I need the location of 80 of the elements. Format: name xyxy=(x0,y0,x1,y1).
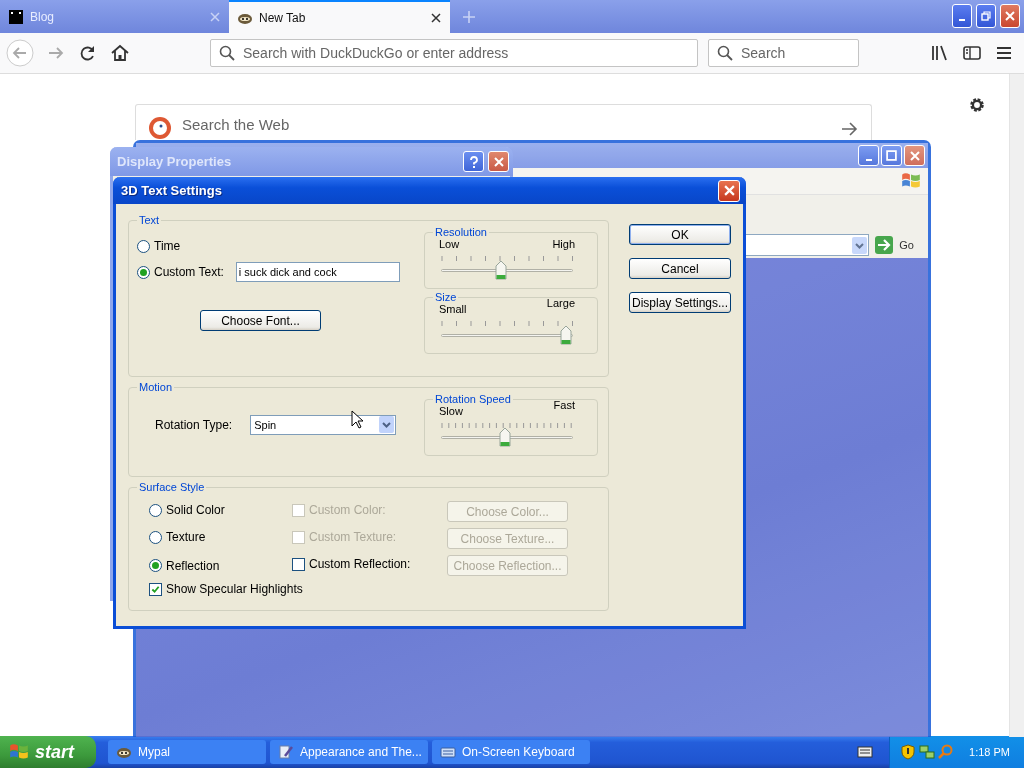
square-icon xyxy=(8,8,24,25)
close-button[interactable] xyxy=(1000,4,1020,28)
search-icon xyxy=(219,45,235,61)
close-button[interactable] xyxy=(718,179,740,202)
dialog-title: 3D Text Settings xyxy=(121,183,222,198)
close-button[interactable] xyxy=(488,151,509,172)
slider-min-label: Low xyxy=(439,238,460,250)
group-title: Motion xyxy=(138,381,174,393)
restore-icon xyxy=(981,11,991,21)
slider-thumb[interactable] xyxy=(498,427,511,447)
taskbar-button[interactable]: Appearance and The... xyxy=(270,740,428,764)
radio-button[interactable]: Custom Text: xyxy=(137,265,224,279)
radio-button[interactable]: Solid Color xyxy=(149,503,225,518)
checkbox[interactable]: Custom Reflection: xyxy=(292,557,411,572)
slider-thumb[interactable] xyxy=(495,260,508,280)
slider-max-label: Large xyxy=(546,297,575,311)
shield-icon[interactable] xyxy=(900,744,917,760)
slider-min-label: Small xyxy=(439,303,467,315)
close-button[interactable] xyxy=(904,145,925,166)
group-title: Text xyxy=(138,214,161,226)
group-title: Rotation Speed xyxy=(434,393,512,405)
window-title: Display Properties xyxy=(117,154,232,169)
slider-thumb[interactable] xyxy=(560,325,572,345)
slider-max-label: Fast xyxy=(553,399,575,413)
text-input[interactable]: i suck dick and cock xyxy=(235,262,400,282)
cursor-icon xyxy=(351,410,363,429)
group-title: Resolution xyxy=(434,226,488,238)
library-icon[interactable] xyxy=(930,43,950,63)
radio-circle[interactable] xyxy=(149,530,162,544)
radio-button[interactable]: Texture xyxy=(149,530,206,545)
minimize-button[interactable] xyxy=(858,145,879,166)
maximize-icon xyxy=(886,150,897,161)
close-icon[interactable] xyxy=(430,11,442,24)
browser-tab[interactable]: New Tab xyxy=(229,0,450,33)
choose-font-button[interactable]: Choose Font... xyxy=(200,310,321,331)
keyboard-icon xyxy=(440,744,456,760)
slider-max-label: High xyxy=(552,238,575,250)
search-field[interactable]: Search the Web xyxy=(135,104,872,140)
close-icon xyxy=(1005,11,1015,21)
group-title: Size xyxy=(434,291,458,303)
home-icon[interactable] xyxy=(110,43,130,63)
radio-circle[interactable] xyxy=(149,559,162,573)
sidebar-icon[interactable] xyxy=(962,43,982,63)
dialog-button[interactable]: Cancel xyxy=(629,258,731,279)
close-icon xyxy=(493,156,504,167)
radio-button[interactable]: Reflection xyxy=(149,558,220,573)
search-icon xyxy=(717,45,733,61)
taskbar-button[interactable]: On-Screen Keyboard xyxy=(432,740,590,764)
rotation-type-dropdown[interactable]: Spin xyxy=(250,414,397,435)
dialog-button[interactable]: Display Settings... xyxy=(629,292,731,313)
minimize-icon xyxy=(959,19,965,21)
radio-circle[interactable] xyxy=(137,265,150,279)
checkmark-icon xyxy=(151,584,160,594)
dialog-button[interactable]: OK xyxy=(629,224,731,245)
help-button[interactable] xyxy=(463,151,484,172)
checkbox[interactable]: Show Specular Highlights xyxy=(149,582,598,596)
arrow-icon[interactable] xyxy=(840,120,858,138)
search-field[interactable]: Search xyxy=(708,39,859,67)
slider-min-label: Slow xyxy=(439,405,463,417)
minimize-icon xyxy=(865,158,872,161)
clock: 1:18 PM xyxy=(969,746,1010,758)
radio-button[interactable]: Time xyxy=(137,239,181,253)
close-icon xyxy=(723,185,735,196)
minimize-button[interactable] xyxy=(952,4,972,28)
taskbar-button[interactable]: Mypal xyxy=(108,740,266,764)
scrollbar[interactable] xyxy=(1009,74,1024,737)
address-field[interactable]: Search with DuckDuckGo or enter address xyxy=(210,39,698,67)
close-icon xyxy=(909,150,920,161)
arrow-icon xyxy=(875,236,894,254)
paintbrush-icon xyxy=(278,744,294,760)
radio-circle[interactable] xyxy=(149,503,162,517)
go-button[interactable]: Go xyxy=(873,236,920,254)
group-title: Surface Style xyxy=(138,481,206,493)
radio-circle[interactable] xyxy=(137,239,150,253)
maximize-button[interactable] xyxy=(881,145,902,166)
settings-icon[interactable] xyxy=(968,96,986,114)
keyboard-icon[interactable] xyxy=(857,746,874,758)
field-label: Rotation Type: xyxy=(155,417,233,432)
restore-button[interactable] xyxy=(976,4,996,28)
question-mark-icon xyxy=(468,155,479,168)
